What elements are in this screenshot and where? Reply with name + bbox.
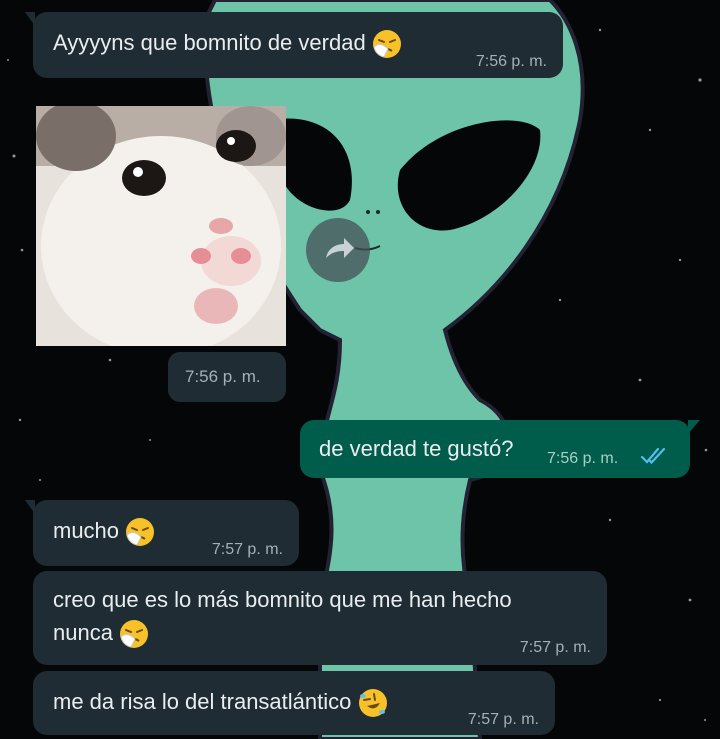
message-text: de verdad te gustó? [319,436,514,461]
message-text: mucho [53,518,120,543]
message-timestamp: 7:56 p. m. [475,53,547,70]
bubble-tail [25,12,35,26]
message-bubble-incoming[interactable]: creo que es lo más bomnito que me han he… [33,571,607,665]
message-text-line-1: creo que es lo más bomnito que me han he… [53,587,512,612]
message-bubble-incoming[interactable]: Ayyyyns que bomnito de verdad 7:56 p. m. [25,12,563,78]
bubble-tail [688,420,700,434]
sneezing-face-emoji-icon [372,30,401,59]
message-timestamp: 7:57 p. m. [519,639,591,656]
sneezing-face-emoji-icon [120,620,149,649]
cat-sticker-image[interactable] [36,106,286,346]
message-text: me da risa lo del transatlántico [53,689,352,714]
message-bubble-outgoing[interactable]: de verdad te gustó? 7:56 p. m. [300,420,700,478]
forward-button[interactable] [306,218,370,282]
message-text-line-2: nunca [53,620,113,645]
forward-arrow-icon [326,238,354,258]
message-bubble-incoming[interactable]: mucho 7:57 p. m. [25,500,299,566]
message-timestamp: 7:57 p. m. [467,711,539,728]
message-text: Ayyyyns que bomnito de verdad [53,30,366,55]
rolling-on-floor-laughing-emoji-icon [358,689,387,718]
bubble-tail [25,500,35,514]
message-timestamp: 7:56 p. m. [185,367,261,386]
sneezing-face-emoji-icon [126,518,155,547]
message-timestamp: 7:56 p. m. [547,450,619,467]
read-double-check-icon [640,447,666,465]
message-timestamp: 7:57 p. m. [211,541,283,558]
image-timestamp-badge: 7:56 p. m. [168,352,286,402]
message-bubble-incoming[interactable]: me da risa lo del transatlántico 7:57 p.… [33,671,555,735]
crying-cat-image [36,106,286,346]
